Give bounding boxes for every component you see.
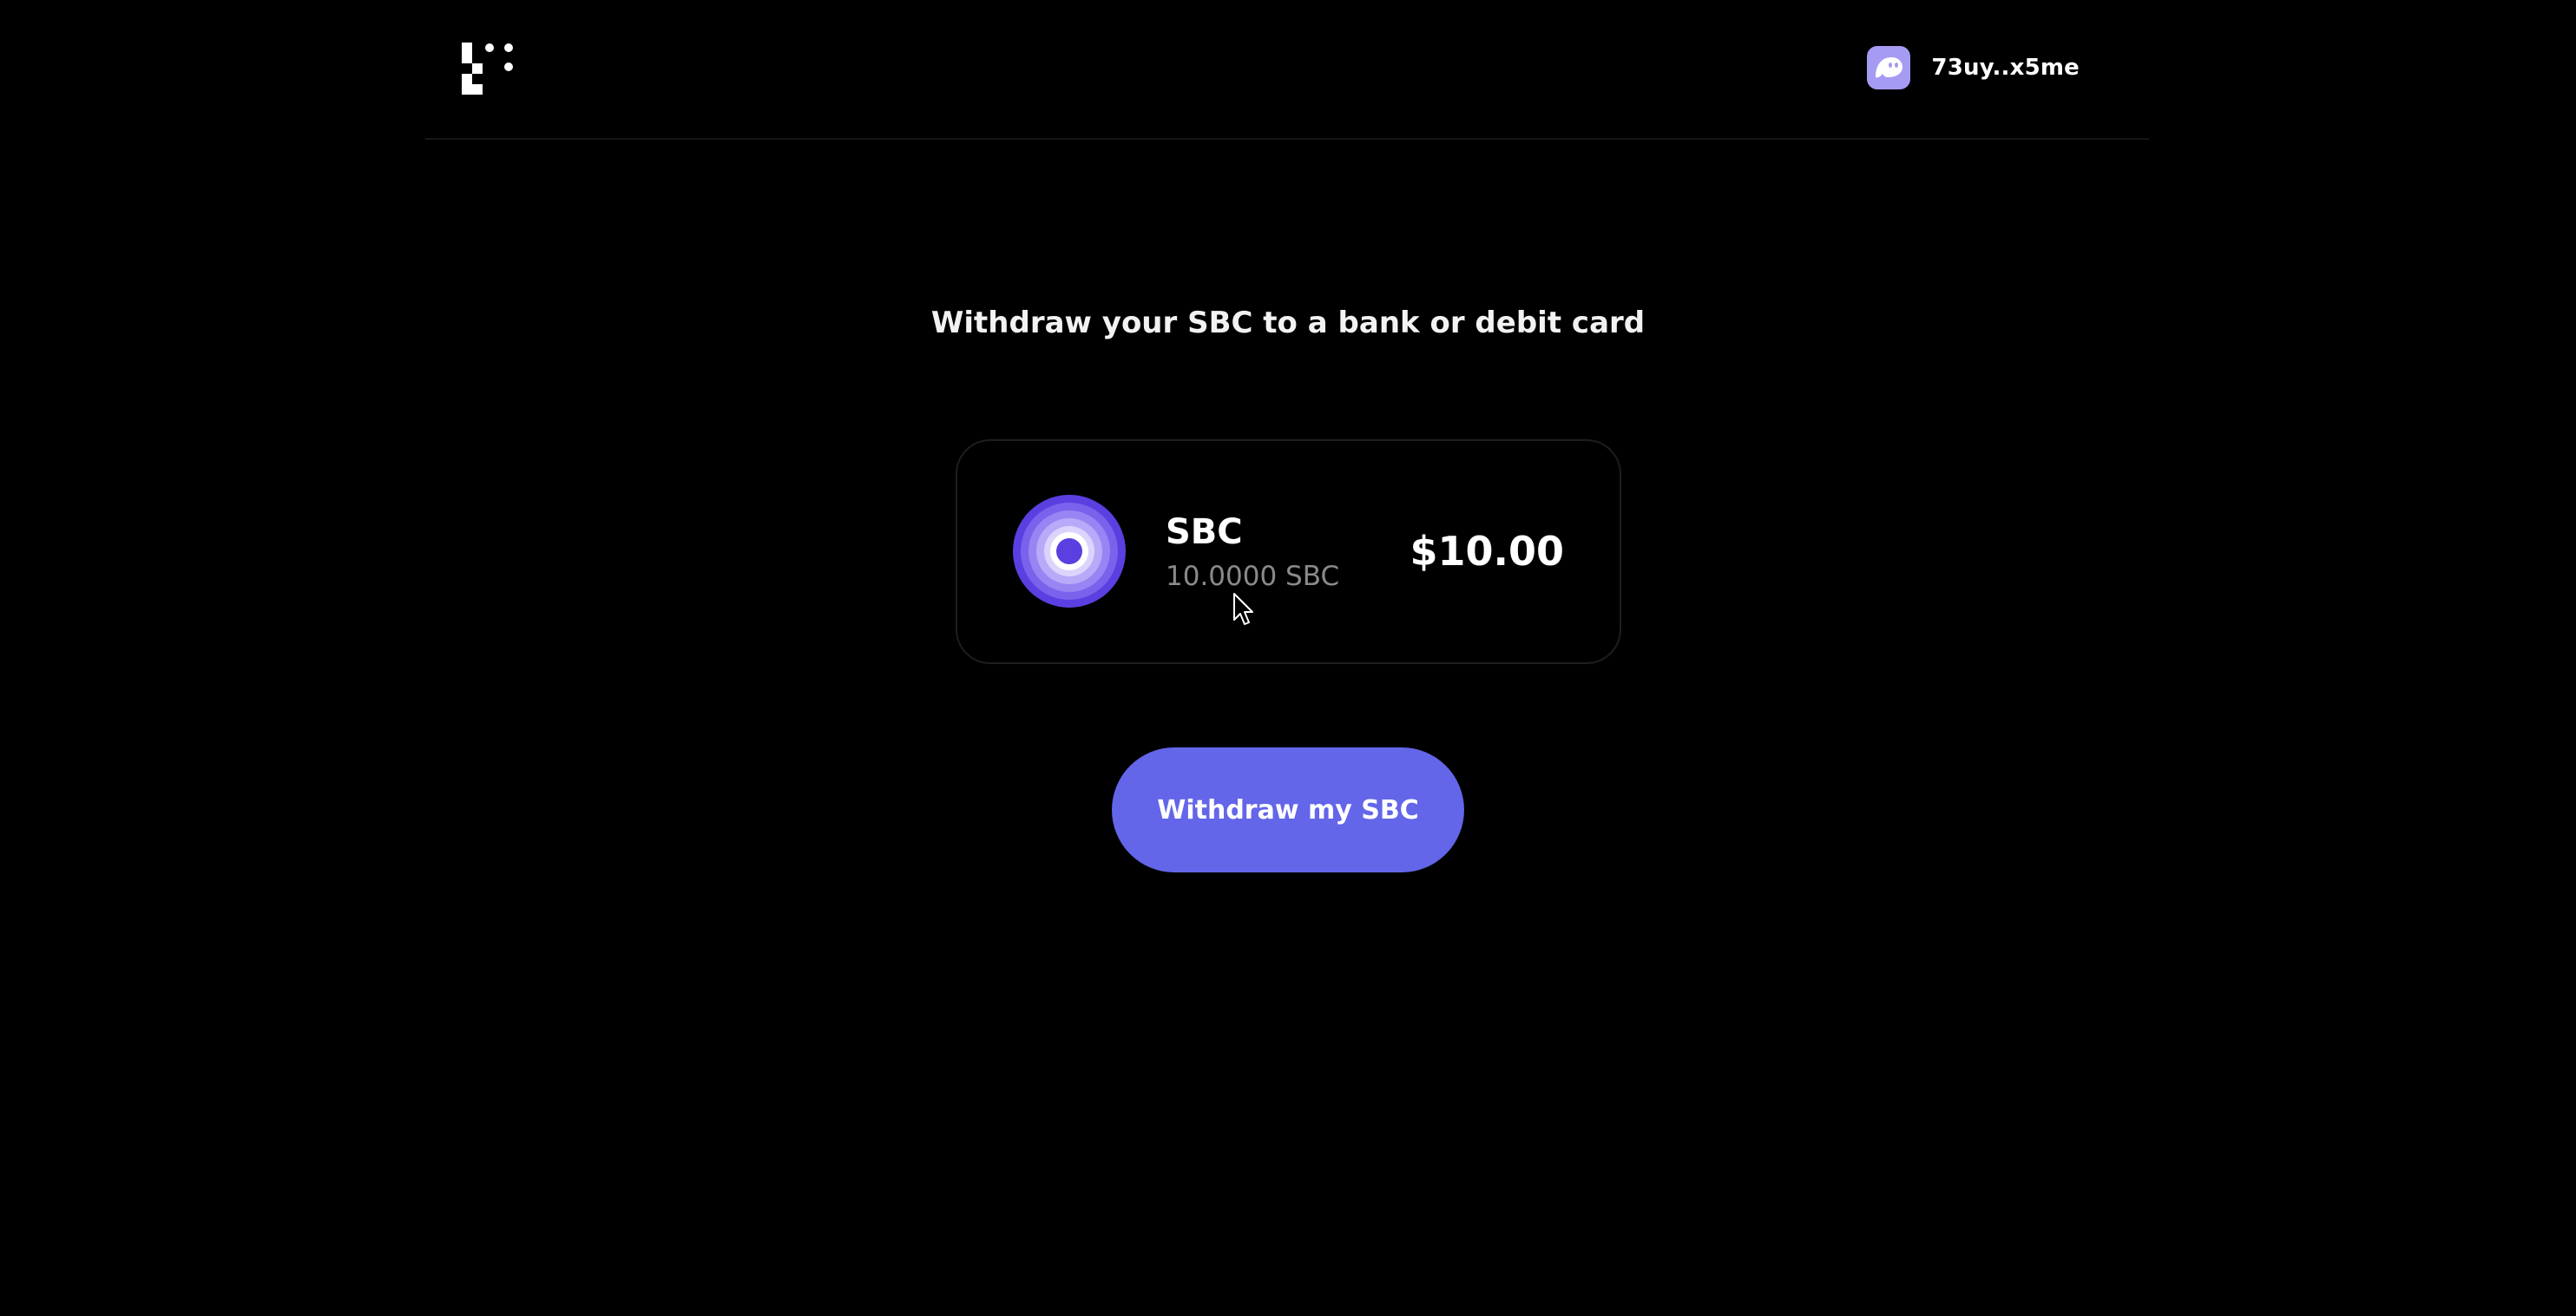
concentric-circles-token-icon — [1013, 495, 1126, 608]
pixel-logo-icon[interactable] — [462, 43, 524, 96]
page: 73uy..x5me Withdraw your SBC to a bank o… — [0, 0, 2576, 1316]
wallet-button[interactable]: 73uy..x5me — [1867, 46, 2080, 89]
token-name: SBC — [1166, 512, 1243, 552]
page-title: Withdraw your SBC to a bank or debit car… — [930, 306, 1646, 340]
token-card[interactable]: SBC 10.0000 SBC $10.00 — [956, 439, 1621, 664]
token-balance: 10.0000 SBC — [1166, 561, 1340, 592]
ghost-icon — [1867, 46, 1911, 89]
mouse-cursor-icon — [1233, 593, 1253, 625]
withdraw-button[interactable]: Withdraw my SBC — [1112, 747, 1464, 872]
top-header: 73uy..x5me — [425, 0, 2149, 140]
wallet-address: 73uy..x5me — [1931, 55, 2080, 81]
token-usd-value: $10.00 — [1410, 528, 1564, 575]
